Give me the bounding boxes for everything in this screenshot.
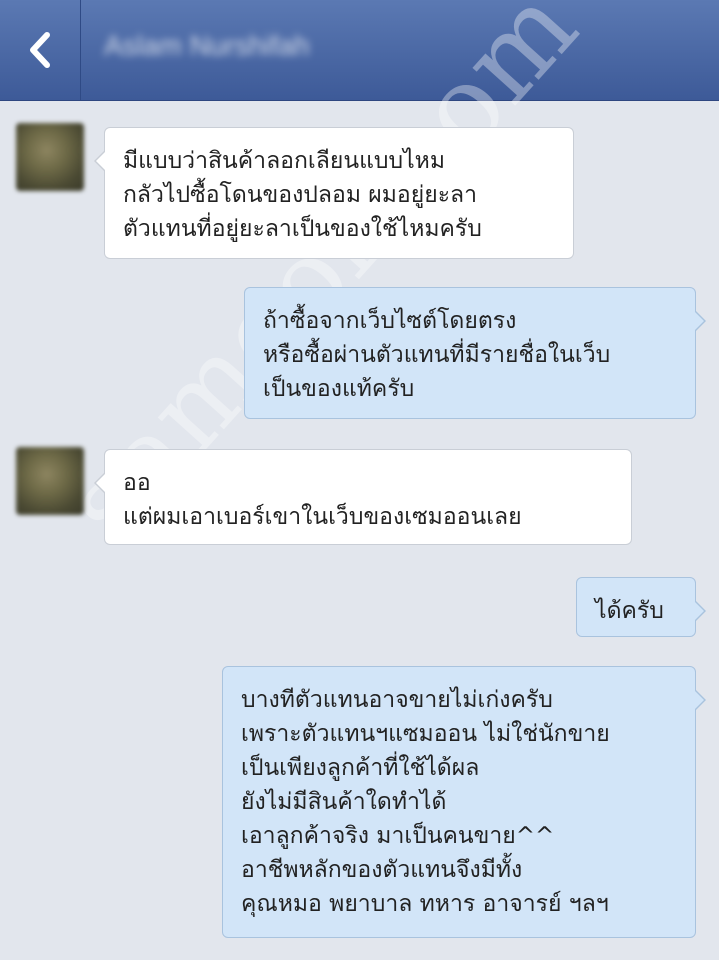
message-bubble-outgoing[interactable]: บางทีตัวแทนอาจขายไม่เก่งครับ เพราะตัวแทน… [222,666,706,938]
message-thread[interactable]: samoon.com มีแบบว่าสินค้าลอกเลียนแบบไหม … [0,0,719,960]
sender-avatar[interactable] [16,123,84,191]
message-bubble-outgoing[interactable]: ถ้าซื้อจากเว็บไซต์โดยตรง หรือซื้อผ่านตัว… [244,287,706,419]
sender-avatar[interactable] [16,447,84,515]
back-button[interactable] [0,0,81,100]
message-bubble-incoming[interactable]: มีแบบว่าสินค้าลอกเลียนแบบไหม กลัวไปซื้อโ… [94,127,574,259]
contact-name[interactable]: Aslam Nurshifah [104,30,309,62]
chevron-left-icon [30,32,50,68]
message-bubble-incoming[interactable]: ออ แต่ผมเอาเบอร์เขาในเว็บของเซมออนเลย [94,449,632,545]
chat-header: Aslam Nurshifah [0,0,719,101]
message-bubble-outgoing[interactable]: ได้ครับ [576,577,706,637]
